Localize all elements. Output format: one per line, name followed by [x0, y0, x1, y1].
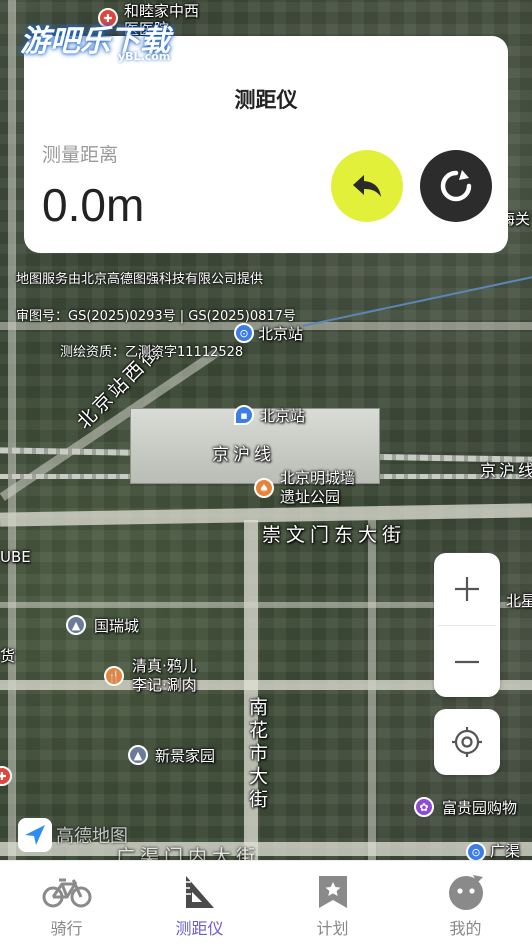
map-label-chongwenmen: 崇文门东大街	[262, 524, 407, 546]
bookmark-star-icon	[317, 873, 349, 911]
tab-label-plan: 计划	[316, 919, 349, 938]
map-label-guangqumen-bottom: 广渠门内大街	[116, 846, 261, 860]
map-approval-number: 审图号：GS(2025)0293号 | GS(2025)0817号	[16, 309, 296, 324]
map-label-fuguiyuan: 富贵园购物	[442, 799, 518, 817]
zoom-control	[434, 553, 500, 697]
profile-face-icon	[447, 873, 485, 911]
page-title: 测距仪	[234, 88, 298, 112]
distance-value: 0.0m	[42, 179, 145, 231]
tab-label-rangefinder: 测距仪	[175, 919, 224, 938]
park-marker-icon[interactable]: ♠	[254, 478, 274, 498]
zoom-in-button[interactable]	[434, 553, 500, 625]
road-vertical-left	[8, 0, 16, 860]
map-label-jinghu-line: 京沪线	[212, 445, 275, 465]
map-label-jinghu-line-right: 京沪线	[480, 461, 532, 480]
road-vertical-right	[368, 520, 376, 860]
tab-profile[interactable]: 我的	[399, 861, 532, 946]
map-label-huo: 货	[0, 647, 16, 665]
reset-button[interactable]	[420, 150, 492, 222]
map-label-beijing-station: 北京站	[260, 407, 306, 425]
canal-line	[302, 275, 532, 327]
tab-rangefinder[interactable]: 测距仪	[133, 861, 266, 946]
restaurant-marker-icon[interactable]: 🍴	[104, 666, 124, 686]
locate-button[interactable]	[434, 709, 500, 775]
zoom-out-button[interactable]	[434, 626, 500, 698]
map-label-nanhuashi: 南花市大街	[246, 697, 268, 812]
reset-icon	[440, 170, 472, 202]
amap-logo-text: 高德地图	[56, 826, 128, 847]
tab-label-profile: 我的	[449, 919, 482, 938]
map-label-qingzhen: 清真·鸦儿 李记·涮肉	[132, 657, 197, 694]
shopping-marker-icon[interactable]: ✿	[414, 797, 434, 817]
map-label-guorui: 国瑞城	[94, 617, 140, 635]
tab-riding[interactable]: 骑行	[0, 861, 133, 946]
distance-label: 测量距离	[42, 144, 119, 166]
undo-button[interactable]	[331, 150, 403, 222]
map-label-ming-wall: 北京明城墙 遗址公园	[280, 469, 356, 506]
set-square-icon	[183, 873, 217, 911]
locate-target-icon	[452, 727, 482, 757]
map-label-guangqu: 广渠	[490, 842, 521, 860]
station-pin-icon[interactable]: ▪	[234, 405, 254, 425]
watermark-subtext: yBL.com	[118, 50, 171, 63]
residence-marker-icon[interactable]: ▲	[66, 615, 86, 635]
station-marker-icon[interactable]: ⊙	[234, 323, 254, 343]
measure-card: 测距仪 测量距离 0.0m	[24, 36, 508, 253]
map-label-xinjing: 新景家园	[155, 747, 216, 765]
map-label-beixing: 北星	[506, 592, 532, 610]
guangqu-station-icon[interactable]: ⊙	[466, 842, 486, 860]
tab-label-riding: 骑行	[50, 919, 83, 938]
tab-plan[interactable]: 计划	[266, 861, 399, 946]
map-label-beijing-station-top: 北京站	[258, 325, 304, 343]
map-survey-license: 测绘资质：乙测资字11112528	[60, 345, 244, 360]
bicycle-icon	[42, 873, 92, 911]
bottom-tab-bar: 骑行 测距仪 计划 我的	[0, 860, 532, 946]
minus-icon	[455, 660, 479, 664]
amap-logo-icon	[18, 818, 52, 852]
plus-icon	[455, 577, 479, 601]
map-label-ube: UBE	[0, 548, 31, 566]
xinjing-marker-icon[interactable]: ▲	[128, 745, 148, 765]
undo-arrow-icon	[353, 175, 381, 197]
map-provider-notice: 地图服务由北京高德图强科技有限公司提供	[16, 272, 264, 287]
amap-logo: 高德地图	[18, 818, 128, 852]
